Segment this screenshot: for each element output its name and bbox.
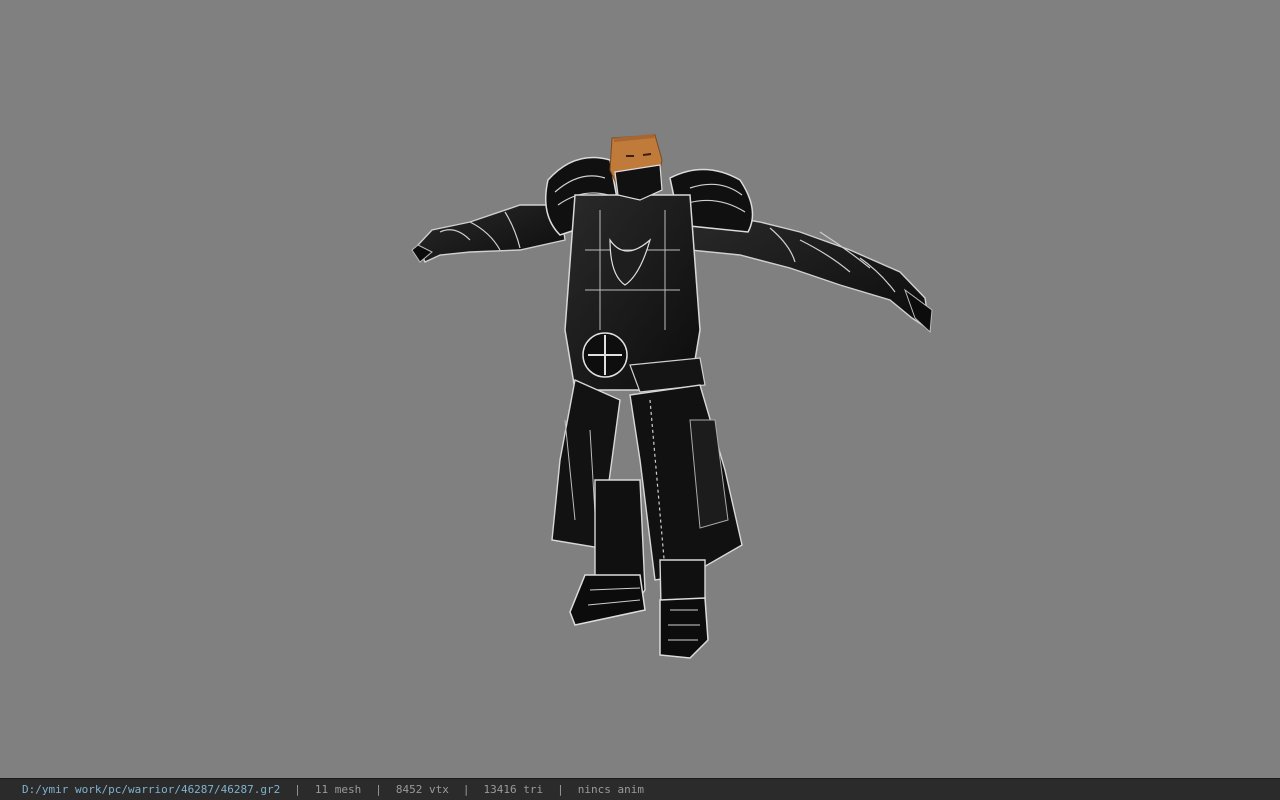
character-model (411, 134, 933, 659)
separator: | (462, 783, 470, 796)
torso-armor (564, 194, 706, 393)
separator: | (294, 783, 301, 796)
vertex-count: 8452 vtx (395, 783, 449, 796)
separator: | (557, 783, 564, 796)
status-bar: D:/ymir work/pc/warrior/46287/46287.gr2 … (0, 778, 1280, 800)
file-path: D:/ymir work/pc/warrior/46287/46287.gr2 (22, 783, 281, 796)
animation-status: nincs anim (577, 783, 644, 796)
left-arm (411, 204, 566, 263)
head (609, 134, 663, 201)
triangle-count: 13416 tri (483, 783, 544, 796)
coat-skirt (551, 379, 743, 581)
mesh-count: 11 mesh (314, 783, 362, 796)
3d-viewport[interactable] (0, 0, 1280, 778)
separator: | (375, 783, 382, 796)
